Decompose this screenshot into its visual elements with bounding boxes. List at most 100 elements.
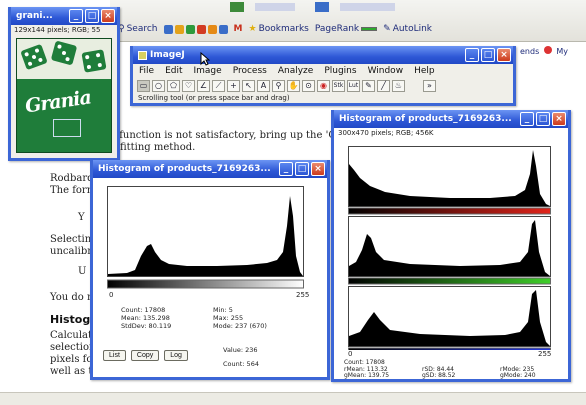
- browser-top-strip: [230, 2, 395, 12]
- folder-icon[interactable]: [174, 24, 184, 34]
- minimize-icon[interactable]: _: [279, 162, 293, 176]
- polygon-tool-icon[interactable]: ⬠: [167, 79, 180, 92]
- doc-line: t function is not satisfactory, bring up…: [112, 130, 355, 141]
- imagej-menubar: File Edit Image Process Analyze Plugins …: [133, 65, 513, 77]
- maximize-icon[interactable]: □: [85, 9, 99, 23]
- maximize-icon[interactable]: □: [536, 112, 550, 126]
- axis-min-label: 0: [109, 291, 114, 299]
- hand-tool-icon[interactable]: ✋: [287, 79, 300, 92]
- lut-icon[interactable]: Lut: [347, 79, 360, 92]
- stk-icon[interactable]: Stk: [332, 79, 345, 92]
- gray-stats-right: Min: 5 Max: 255 Mode: 237 (670): [213, 306, 267, 330]
- browser-bookmarks-row: ends My: [520, 46, 568, 56]
- brush-icon[interactable]: ╱: [377, 79, 390, 92]
- wand-tool-icon[interactable]: ↖: [242, 79, 255, 92]
- rectangle-tool-icon[interactable]: ▭: [137, 79, 150, 92]
- histogram-window-gray[interactable]: Histogram of products_7169263... _ □ × 0…: [90, 160, 330, 380]
- popup-icon[interactable]: [196, 24, 206, 34]
- histogram-window-rgb[interactable]: Histogram of products_7169263... _ □ × 3…: [331, 110, 571, 382]
- cursor-readout: Value: 236 Count: 564: [223, 346, 259, 368]
- imagej-status: Scrolling tool (or press space bar and d…: [138, 94, 290, 102]
- globe-icon[interactable]: [163, 24, 173, 34]
- magnifier-icon[interactable]: ⚲: [272, 79, 285, 92]
- doc-line: You do n: [50, 292, 94, 303]
- imagej-toolbar: ▭ ○ ⬠ ♡ ∠ ⟋ + ↖ A ⚲ ✋ ⊙ ◉ Stk Lut ✎ ╱ ♨ …: [133, 78, 513, 93]
- menu-plugins[interactable]: Plugins: [324, 66, 356, 76]
- stack-icon[interactable]: ◉: [317, 79, 330, 92]
- imagej-window[interactable]: ImageJ _ □ × File Edit Image Process Ana…: [130, 46, 516, 106]
- imagej-titlebar[interactable]: ImageJ _ □ ×: [133, 46, 513, 64]
- flood-fill-icon[interactable]: ♨: [392, 79, 405, 92]
- minimize-icon[interactable]: _: [69, 9, 83, 23]
- histogram-rgb-titlebar[interactable]: Histogram of products_7169263... _ □ ×: [334, 110, 568, 128]
- menu-analyze[interactable]: Analyze: [278, 66, 313, 76]
- maximize-icon[interactable]: □: [295, 162, 309, 176]
- pagerank-icon: [361, 27, 378, 31]
- imagej-icon: [138, 50, 147, 60]
- image-window-titlebar[interactable]: grani... _ □ ×: [11, 7, 117, 25]
- star-icon: ★: [248, 24, 257, 34]
- image-window[interactable]: grani... _ □ × 129x144 pixels; RGB; 55 G…: [8, 7, 120, 161]
- doc-line: U: [78, 266, 87, 277]
- doc-line: selection: [50, 342, 96, 353]
- autolink-button[interactable]: ✎ AutoLink: [383, 24, 432, 34]
- rgb-stats-col3: rMode: 235 gMode: 240: [500, 365, 536, 379]
- close-icon[interactable]: ×: [552, 112, 566, 126]
- menu-help[interactable]: Help: [414, 66, 435, 76]
- product-brand: Grania: [23, 86, 93, 118]
- news-icon[interactable]: [185, 24, 195, 34]
- line-tool-icon[interactable]: ∠: [197, 79, 210, 92]
- menu-image[interactable]: Image: [194, 66, 222, 76]
- rgb-stats-col2: rSD: 84.44 gSD: 88.52: [422, 365, 456, 379]
- menu-file[interactable]: File: [139, 66, 154, 76]
- minimize-icon[interactable]: _: [520, 112, 534, 126]
- pagerank-button[interactable]: PageRank: [315, 24, 378, 34]
- maximize-icon[interactable]: □: [481, 48, 495, 62]
- green-histogram: [348, 216, 551, 285]
- rgb-histogram-plots[interactable]: [340, 146, 562, 350]
- point-tool-icon[interactable]: +: [227, 79, 240, 92]
- axis-max-label: 255: [296, 291, 310, 299]
- doc-line: Y: [78, 212, 85, 223]
- bookmarks-button[interactable]: ★ Bookmarks: [248, 24, 308, 34]
- search-button[interactable]: ⚲ Search: [118, 24, 158, 34]
- image-info: 129x144 pixels; RGB; 55: [14, 26, 101, 34]
- segmented-line-icon[interactable]: ⟋: [212, 79, 225, 92]
- copy-button[interactable]: Copy: [130, 350, 160, 361]
- blue-histogram: [348, 286, 551, 350]
- gray-stats-left: Count: 17808 Mean: 135.298 StdDev: 80.11…: [121, 306, 172, 330]
- gray-gradient-bar: [107, 279, 304, 289]
- dropper-icon[interactable]: ⊙: [302, 79, 315, 92]
- menu-window[interactable]: Window: [368, 66, 404, 76]
- close-icon[interactable]: ×: [101, 9, 115, 23]
- menu-edit[interactable]: Edit: [165, 66, 182, 76]
- minimize-icon[interactable]: _: [465, 48, 479, 62]
- gray-histogram-plot[interactable]: [107, 186, 313, 290]
- browser-toolbar-row: ⚲ Search M ★ Bookmarks PageRank ✎ AutoLi…: [118, 20, 586, 38]
- log-button[interactable]: Log: [164, 350, 188, 361]
- doc-line: well as t: [50, 366, 93, 377]
- histogram-buttons: List Copy Log: [103, 350, 188, 361]
- close-icon[interactable]: ×: [497, 48, 511, 62]
- close-icon[interactable]: ×: [311, 162, 325, 176]
- freehand-tool-icon[interactable]: ♡: [182, 79, 195, 92]
- doc-line: r fitting method.: [112, 142, 196, 153]
- rgb-stats-col1: Count: 17808 rMean: 113.32 gMean: 139.75: [344, 359, 390, 379]
- histogram-gray-titlebar[interactable]: Histogram of products_7169263... _ □ ×: [93, 160, 327, 178]
- doc-line: pixels fo: [50, 354, 93, 365]
- axis-min-label: 0: [348, 350, 353, 358]
- gmail-button[interactable]: M: [234, 24, 243, 34]
- menu-process[interactable]: Process: [233, 66, 267, 76]
- firefox-icon: [543, 46, 552, 54]
- oval-tool-icon[interactable]: ○: [152, 79, 165, 92]
- red-histogram: [348, 146, 551, 215]
- doc-line: Rodbard: [50, 173, 94, 184]
- translate-icon[interactable]: [218, 24, 228, 34]
- product-image[interactable]: Grania: [16, 38, 112, 153]
- blogger-icon[interactable]: [207, 24, 217, 34]
- pencil-icon[interactable]: ✎: [362, 79, 375, 92]
- more-tools-icon[interactable]: »: [423, 79, 436, 92]
- text-tool-icon[interactable]: A: [257, 79, 270, 92]
- list-button[interactable]: List: [103, 350, 126, 361]
- rgb-image-info: 300x470 pixels; RGB; 456K: [338, 129, 434, 137]
